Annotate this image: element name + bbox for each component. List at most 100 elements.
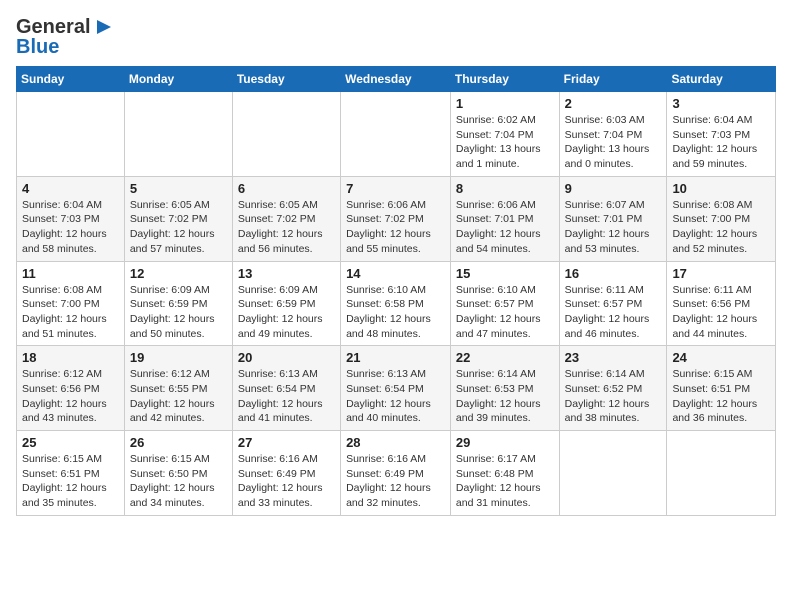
- calendar-cell: 6 Sunrise: 6:05 AM Sunset: 7:02 PM Daylig…: [232, 176, 340, 261]
- day-header-tuesday: Tuesday: [232, 67, 340, 92]
- day-info: Sunrise: 6:04 AM Sunset: 7:03 PM Dayligh…: [672, 113, 770, 172]
- calendar-cell: 11 Sunrise: 6:08 AM Sunset: 7:00 PM Dayli…: [17, 261, 125, 346]
- day-info: Sunrise: 6:04 AM Sunset: 7:03 PM Dayligh…: [22, 198, 119, 257]
- day-info: Sunrise: 6:11 AM Sunset: 6:56 PM Dayligh…: [672, 283, 770, 342]
- day-number: 11: [22, 266, 119, 281]
- day-number: 6: [238, 181, 335, 196]
- day-number: 28: [346, 435, 445, 450]
- day-info: Sunrise: 6:05 AM Sunset: 7:02 PM Dayligh…: [238, 198, 335, 257]
- day-number: 4: [22, 181, 119, 196]
- calendar-cell: [667, 431, 776, 516]
- calendar-cell: 25 Sunrise: 6:15 AM Sunset: 6:51 PM Dayli…: [17, 431, 125, 516]
- calendar-week-3: 11 Sunrise: 6:08 AM Sunset: 7:00 PM Dayli…: [17, 261, 776, 346]
- calendar-cell: 26Sunrise: 6:15 AM Sunset: 6:50 PM Dayli…: [124, 431, 232, 516]
- day-number: 22: [456, 350, 554, 365]
- day-info: Sunrise: 6:16 AM Sunset: 6:49 PM Dayligh…: [346, 452, 445, 511]
- day-info: Sunrise: 6:10 AM Sunset: 6:57 PM Dayligh…: [456, 283, 554, 342]
- day-number: 12: [130, 266, 227, 281]
- day-info: Sunrise: 6:06 AM Sunset: 7:01 PM Dayligh…: [456, 198, 554, 257]
- calendar-table: SundayMondayTuesdayWednesdayThursdayFrid…: [16, 66, 776, 516]
- calendar-cell: 10Sunrise: 6:08 AM Sunset: 7:00 PM Dayli…: [667, 176, 776, 261]
- day-number: 15: [456, 266, 554, 281]
- calendar-cell: 5 Sunrise: 6:05 AM Sunset: 7:02 PM Daylig…: [124, 176, 232, 261]
- page-header: General Blue: [16, 16, 776, 58]
- calendar-cell: [17, 92, 125, 177]
- day-info: Sunrise: 6:06 AM Sunset: 7:02 PM Dayligh…: [346, 198, 445, 257]
- day-number: 26: [130, 435, 227, 450]
- calendar-cell: [341, 92, 451, 177]
- calendar-cell: 23 Sunrise: 6:14 AM Sunset: 6:52 PM Dayli…: [559, 346, 667, 431]
- day-info: Sunrise: 6:17 AM Sunset: 6:48 PM Dayligh…: [456, 452, 554, 511]
- calendar-cell: 12 Sunrise: 6:09 AM Sunset: 6:59 PM Dayli…: [124, 261, 232, 346]
- calendar-cell: 1 Sunrise: 6:02 AM Sunset: 7:04 PM Daylig…: [450, 92, 559, 177]
- day-header-wednesday: Wednesday: [341, 67, 451, 92]
- calendar-week-4: 18 Sunrise: 6:12 AM Sunset: 6:56 PM Dayli…: [17, 346, 776, 431]
- day-info: Sunrise: 6:16 AM Sunset: 6:49 PM Dayligh…: [238, 452, 335, 511]
- day-number: 3: [672, 96, 770, 111]
- day-info: Sunrise: 6:05 AM Sunset: 7:02 PM Dayligh…: [130, 198, 227, 257]
- calendar-cell: 7 Sunrise: 6:06 AM Sunset: 7:02 PM Daylig…: [341, 176, 451, 261]
- day-number: 16: [565, 266, 662, 281]
- calendar-cell: 8Sunrise: 6:06 AM Sunset: 7:01 PM Daylig…: [450, 176, 559, 261]
- calendar-cell: 18 Sunrise: 6:12 AM Sunset: 6:56 PM Dayli…: [17, 346, 125, 431]
- day-number: 20: [238, 350, 335, 365]
- day-header-saturday: Saturday: [667, 67, 776, 92]
- day-number: 25: [22, 435, 119, 450]
- day-number: 10: [672, 181, 770, 196]
- day-number: 5: [130, 181, 227, 196]
- day-number: 2: [565, 96, 662, 111]
- calendar-cell: 13Sunrise: 6:09 AM Sunset: 6:59 PM Dayli…: [232, 261, 340, 346]
- day-info: Sunrise: 6:07 AM Sunset: 7:01 PM Dayligh…: [565, 198, 662, 257]
- calendar-cell: 16 Sunrise: 6:11 AM Sunset: 6:57 PM Dayli…: [559, 261, 667, 346]
- day-number: 29: [456, 435, 554, 450]
- calendar-week-2: 4 Sunrise: 6:04 AM Sunset: 7:03 PM Daylig…: [17, 176, 776, 261]
- calendar-cell: 14 Sunrise: 6:10 AM Sunset: 6:58 PM Dayli…: [341, 261, 451, 346]
- calendar-cell: 24Sunrise: 6:15 AM Sunset: 6:51 PM Dayli…: [667, 346, 776, 431]
- calendar-cell: 22 Sunrise: 6:14 AM Sunset: 6:53 PM Dayli…: [450, 346, 559, 431]
- calendar-header-row: SundayMondayTuesdayWednesdayThursdayFrid…: [17, 67, 776, 92]
- calendar-cell: [559, 431, 667, 516]
- day-info: Sunrise: 6:08 AM Sunset: 7:00 PM Dayligh…: [22, 283, 119, 342]
- calendar-cell: 28 Sunrise: 6:16 AM Sunset: 6:49 PM Dayli…: [341, 431, 451, 516]
- day-number: 14: [346, 266, 445, 281]
- day-info: Sunrise: 6:09 AM Sunset: 6:59 PM Dayligh…: [238, 283, 335, 342]
- calendar-cell: 21Sunrise: 6:13 AM Sunset: 6:54 PM Dayli…: [341, 346, 451, 431]
- calendar-cell: 15 Sunrise: 6:10 AM Sunset: 6:57 PM Dayli…: [450, 261, 559, 346]
- day-info: Sunrise: 6:02 AM Sunset: 7:04 PM Dayligh…: [456, 113, 554, 172]
- logo: General Blue: [16, 16, 115, 58]
- calendar-cell: 17 Sunrise: 6:11 AM Sunset: 6:56 PM Dayli…: [667, 261, 776, 346]
- day-number: 18: [22, 350, 119, 365]
- calendar-cell: [232, 92, 340, 177]
- calendar-cell: 9Sunrise: 6:07 AM Sunset: 7:01 PM Daylig…: [559, 176, 667, 261]
- calendar-cell: 27 Sunrise: 6:16 AM Sunset: 6:49 PM Dayli…: [232, 431, 340, 516]
- day-info: Sunrise: 6:11 AM Sunset: 6:57 PM Dayligh…: [565, 283, 662, 342]
- day-number: 1: [456, 96, 554, 111]
- day-info: Sunrise: 6:15 AM Sunset: 6:51 PM Dayligh…: [672, 367, 770, 426]
- day-number: 23: [565, 350, 662, 365]
- day-number: 21: [346, 350, 445, 365]
- calendar-cell: 20 Sunrise: 6:13 AM Sunset: 6:54 PM Dayli…: [232, 346, 340, 431]
- day-info: Sunrise: 6:15 AM Sunset: 6:51 PM Dayligh…: [22, 452, 119, 511]
- day-info: Sunrise: 6:14 AM Sunset: 6:53 PM Dayligh…: [456, 367, 554, 426]
- day-info: Sunrise: 6:13 AM Sunset: 6:54 PM Dayligh…: [238, 367, 335, 426]
- calendar-cell: 2 Sunrise: 6:03 AM Sunset: 7:04 PM Daylig…: [559, 92, 667, 177]
- day-number: 19: [130, 350, 227, 365]
- day-number: 27: [238, 435, 335, 450]
- calendar-week-1: 1 Sunrise: 6:02 AM Sunset: 7:04 PM Daylig…: [17, 92, 776, 177]
- calendar-cell: 4 Sunrise: 6:04 AM Sunset: 7:03 PM Daylig…: [17, 176, 125, 261]
- calendar-cell: 3 Sunrise: 6:04 AM Sunset: 7:03 PM Daylig…: [667, 92, 776, 177]
- day-info: Sunrise: 6:09 AM Sunset: 6:59 PM Dayligh…: [130, 283, 227, 342]
- day-info: Sunrise: 6:12 AM Sunset: 6:56 PM Dayligh…: [22, 367, 119, 426]
- day-header-friday: Friday: [559, 67, 667, 92]
- day-info: Sunrise: 6:10 AM Sunset: 6:58 PM Dayligh…: [346, 283, 445, 342]
- calendar-cell: [124, 92, 232, 177]
- day-info: Sunrise: 6:03 AM Sunset: 7:04 PM Dayligh…: [565, 113, 662, 172]
- day-number: 17: [672, 266, 770, 281]
- logo-container: General Blue: [16, 16, 115, 58]
- calendar-cell: 29 Sunrise: 6:17 AM Sunset: 6:48 PM Dayli…: [450, 431, 559, 516]
- day-info: Sunrise: 6:14 AM Sunset: 6:52 PM Dayligh…: [565, 367, 662, 426]
- day-header-thursday: Thursday: [450, 67, 559, 92]
- day-number: 7: [346, 181, 445, 196]
- logo-arrow-icon: [93, 16, 115, 38]
- calendar-cell: 19Sunrise: 6:12 AM Sunset: 6:55 PM Dayli…: [124, 346, 232, 431]
